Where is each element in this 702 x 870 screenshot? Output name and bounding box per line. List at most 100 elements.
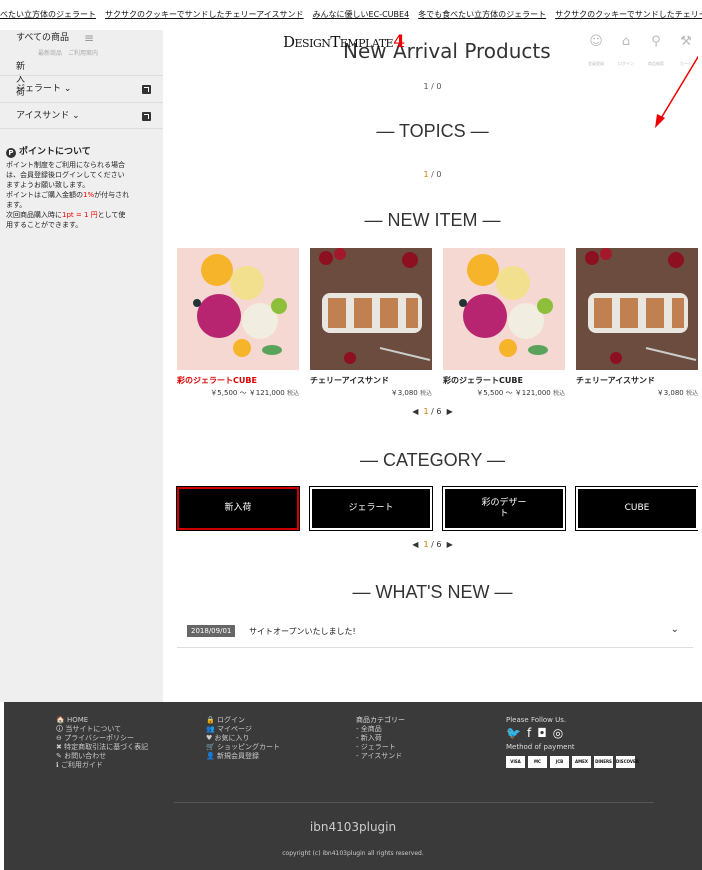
user-icon[interactable]: ☺ 会員登録: [584, 34, 608, 69]
footer-link[interactable]: ℹ ご利用ガイド: [56, 761, 148, 770]
product-card[interactable]: 彩のジェラートCUBE ￥5,500 ～ ￥121,000 税込: [177, 248, 299, 398]
payment-heading: Method of payment: [506, 743, 575, 751]
point-title: ポイントについて: [19, 147, 91, 157]
section-title-category: — CATEGORY —: [359, 450, 506, 470]
jcb-icon: JCB: [550, 756, 569, 768]
product-card[interactable]: チェリーアイスサンド ￥3,080 税込: [310, 248, 432, 398]
category-tile[interactable]: 新入荷: [176, 486, 300, 531]
footer-col-social: Please Follow Us. 🐦 f ◘ ◎ Method of paym…: [506, 716, 639, 768]
section-title-whats-new: — WHAT'S NEW —: [352, 582, 513, 602]
product-image[interactable]: [443, 248, 565, 370]
sidebar-item-label: アイスサンド ⌄: [16, 111, 80, 121]
sidebar-ghost-text: 最新商品 ご利用案内: [38, 50, 99, 57]
point-text: ポイント制度をご利用になられる場合: [6, 161, 125, 169]
section-title-new-item: — NEW ITEM —: [364, 210, 501, 230]
ticker-link[interactable]: 冬でも食べたい立方体のジェラート: [418, 10, 546, 19]
twitter-icon[interactable]: 🐦: [506, 727, 521, 739]
product-title[interactable]: 彩のジェラートCUBE: [443, 375, 565, 386]
product-title[interactable]: 彩のジェラートCUBE: [177, 375, 299, 386]
footer-link[interactable]: 👥 マイページ: [206, 725, 280, 734]
footer-link[interactable]: 🏠 HOME: [56, 716, 148, 725]
external-link-icon[interactable]: [142, 112, 151, 121]
login-icon[interactable]: ⌂ ログイン: [614, 34, 638, 69]
product-price: ￥3,080 税込: [656, 389, 698, 397]
product-image[interactable]: [576, 248, 698, 370]
product-card[interactable]: 彩のジェラートCUBE ￥5,500 ～ ￥121,000 税込: [443, 248, 565, 398]
footer-link[interactable]: 🛒 ショッピングカート: [206, 743, 280, 752]
point-text: ます。: [6, 201, 27, 209]
footer-link[interactable]: 🔒 ログイン: [206, 716, 280, 725]
follow-heading: Please Follow Us.: [506, 716, 567, 724]
product-price: ￥5,500 ～ ￥121,000 税込: [476, 389, 565, 397]
footer-col-account: 🔒 ログイン 👥 マイページ ♥ お気に入り 🛒 ショッピングカート 👤 新規会…: [206, 716, 280, 761]
social-links: 🐦 f ◘ ◎: [506, 727, 635, 739]
sidebar-item-gelato[interactable]: ジェラート ⌄: [0, 75, 163, 102]
point-text: 次回商品購入時に1pt = 1 円として使: [6, 211, 126, 219]
product-title[interactable]: チェリーアイスサンド: [310, 375, 432, 386]
guide-icon: ℹ: [56, 761, 59, 769]
footer-link[interactable]: - ジェラート: [356, 743, 405, 752]
new-arrival-pager: 1 / 0: [423, 82, 442, 91]
ticker-link[interactable]: みんなに優しいEC-CUBE4: [313, 10, 410, 19]
footer-brand: ibn4103plugin: [309, 820, 397, 834]
visa-icon: VISA: [506, 756, 525, 768]
category-tile[interactable]: ジェラート: [309, 486, 433, 531]
ticker-link[interactable]: サクサクのクッキーでサンドしたチェリーアイスサンド: [555, 10, 702, 19]
prev-arrow-icon[interactable]: ◀: [412, 540, 418, 549]
footer-heading: 商品カテゴリー: [356, 716, 405, 724]
footer-link[interactable]: 🛈 当サイトについて: [56, 725, 148, 734]
footer-link[interactable]: 👤 新規会員登録: [206, 752, 280, 761]
next-arrow-icon[interactable]: ▶: [447, 540, 453, 549]
news-title[interactable]: サイトオープンいたしました!: [249, 626, 356, 637]
category-tile[interactable]: 彩のデザー ト: [442, 486, 566, 531]
facebook-icon[interactable]: f: [527, 727, 531, 739]
hamburger-icon[interactable]: ≡: [84, 31, 96, 45]
prev-arrow-icon[interactable]: ◀: [412, 407, 418, 416]
ticker-link[interactable]: サクサクのクッキーでサンドしたチェリーアイスサンド: [105, 10, 304, 19]
main-content: New Arrival Products DESIGNTEMPLATE4 ☺ 会員…: [163, 30, 702, 702]
ticker-link[interactable]: べたい立方体のジェラート: [0, 10, 96, 19]
category-tile[interactable]: CUBE: [575, 486, 699, 531]
footer-link[interactable]: ♥ お気に入り: [206, 734, 280, 743]
point-icon: P: [6, 148, 16, 158]
product-card[interactable]: チェリーアイスサンド ￥3,080 税込: [576, 248, 698, 398]
footer-link[interactable]: ⊖ プライバシーポリシー: [56, 734, 148, 743]
privacy-icon: ⊖: [56, 734, 62, 742]
point-heading: P ポイントについて: [6, 146, 156, 158]
product-price: ￥3,080 税込: [390, 389, 432, 397]
next-arrow-icon[interactable]: ▶: [447, 407, 453, 416]
news-item[interactable]: 2018/09/01 サイトオープンいたしました! ⌄: [177, 620, 693, 648]
product-image[interactable]: [310, 248, 432, 370]
sidebar-item-icesand[interactable]: アイスサンド ⌄: [0, 102, 163, 129]
footer-link[interactable]: - 全商品: [356, 725, 405, 734]
category-pager: ◀ 1 / 6 ▶: [412, 540, 453, 549]
line-icon[interactable]: ◘: [537, 727, 547, 739]
new-item-pager: ◀ 1 / 6 ▶: [412, 407, 453, 416]
external-link-icon[interactable]: [142, 85, 151, 94]
footer-divider: [174, 802, 654, 803]
product-list: 彩のジェラートCUBE ￥5,500 ～ ￥121,000 税込 チェリーアイス…: [177, 248, 698, 398]
product-image[interactable]: [177, 248, 299, 370]
sidebar: すべての商品 最新商品 ご利用案内 新入荷 ≡ ジェラート ⌄ アイスサンド ⌄…: [0, 30, 163, 702]
amex-icon: AMEX: [572, 756, 591, 768]
footer-link[interactable]: ✖ 特定商取引法に基づく表記: [56, 743, 148, 752]
instagram-icon[interactable]: ◎: [553, 727, 563, 739]
footer-link[interactable]: ✎ お問い合わせ: [56, 752, 148, 761]
copyright: copyright (c) ibn4103plugin all rights r…: [282, 850, 424, 857]
footer-col-info: 🏠 HOME 🛈 当サイトについて ⊖ プライバシーポリシー ✖ 特定商取引法に…: [56, 716, 148, 770]
product-title[interactable]: チェリーアイスサンド: [576, 375, 698, 386]
footer-link[interactable]: - アイスサンド: [356, 752, 405, 761]
footer-link[interactable]: - 新入荷: [356, 734, 405, 743]
chevron-down-icon[interactable]: ⌄: [671, 624, 679, 635]
site-logo[interactable]: DESIGNTEMPLATE4: [283, 32, 405, 52]
footer-col-category: 商品カテゴリー - 全商品 - 新入荷 - ジェラート - アイスサンド: [356, 716, 405, 761]
heart-icon: ♥: [206, 734, 213, 742]
payment-cards: VISA MC JCB AMEX DINERS DISCOVER: [506, 756, 639, 768]
point-text: ますようお願い致します。: [6, 181, 90, 189]
cart-icon: 🛒: [206, 743, 215, 751]
page-gutter: [0, 702, 4, 870]
news-ticker: べたい立方体のジェラート サクサクのクッキーでサンドしたチェリーアイスサンド みんな…: [0, 0, 702, 30]
user-icon: 👤: [206, 752, 215, 760]
all-products-link[interactable]: すべての商品: [16, 30, 69, 43]
contact-icon: ✎: [56, 752, 62, 760]
